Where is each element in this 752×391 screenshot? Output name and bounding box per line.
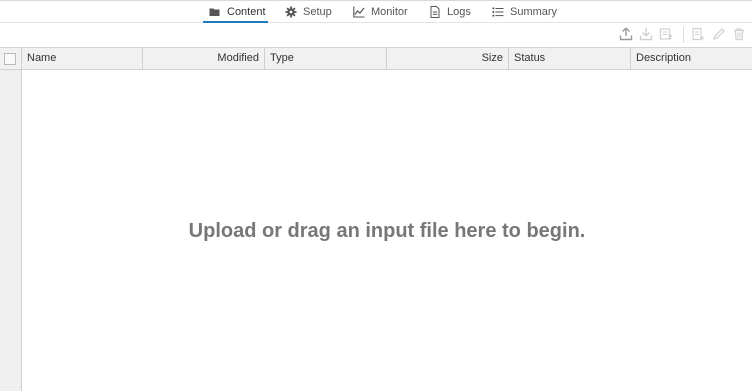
column-header-description[interactable]: Description [631,48,752,69]
column-header-type[interactable]: Type [265,48,387,69]
tab-label: Logs [447,6,471,18]
upload-button[interactable] [618,27,634,43]
column-header-modified[interactable]: Modified [143,48,265,69]
file-table: Name Modified Type Size Status Descripti… [0,47,752,391]
tab-setup[interactable]: Setup [285,1,332,23]
table-header: Name Modified Type Size Status Descripti… [0,48,752,70]
active-tab-indicator [203,21,268,23]
tab-logs[interactable]: Logs [429,1,471,23]
gear-icon [285,6,297,18]
trash-icon [732,27,746,44]
tab-label: Monitor [371,6,408,18]
document-icon [429,6,441,18]
toolbar [0,24,752,46]
toolbar-divider [683,27,684,43]
column-header-name[interactable]: Name [22,48,143,69]
upload-icon [619,27,633,44]
tab-label: Summary [510,6,558,18]
tab-monitor[interactable]: Monitor [353,1,408,23]
select-all-checkbox[interactable] [4,53,16,65]
import-icon [659,27,673,44]
tab-bar: Content Setup Monitor Logs Summary [0,1,752,23]
tab-label: Setup [303,6,332,18]
tab-summary[interactable]: Summary [492,1,557,23]
edit-icon [712,27,726,44]
line-chart-icon [353,6,365,18]
folder-icon [209,6,221,18]
download-button[interactable] [638,27,654,43]
empty-state-message: Upload or drag an input file here to beg… [188,220,586,242]
list-icon [492,6,504,18]
row-selector-column [0,70,22,391]
tab-label: Content [227,6,266,18]
edit-button[interactable] [711,27,727,43]
import-button[interactable] [658,27,674,43]
delete-button[interactable] [731,27,747,43]
column-header-status[interactable]: Status [509,48,631,69]
select-all-cell [0,48,22,69]
download-icon [639,27,653,44]
tab-content[interactable]: Content [209,1,266,23]
column-header-size[interactable]: Size [387,48,509,69]
details-icon [691,27,705,44]
details-button[interactable] [690,27,706,43]
